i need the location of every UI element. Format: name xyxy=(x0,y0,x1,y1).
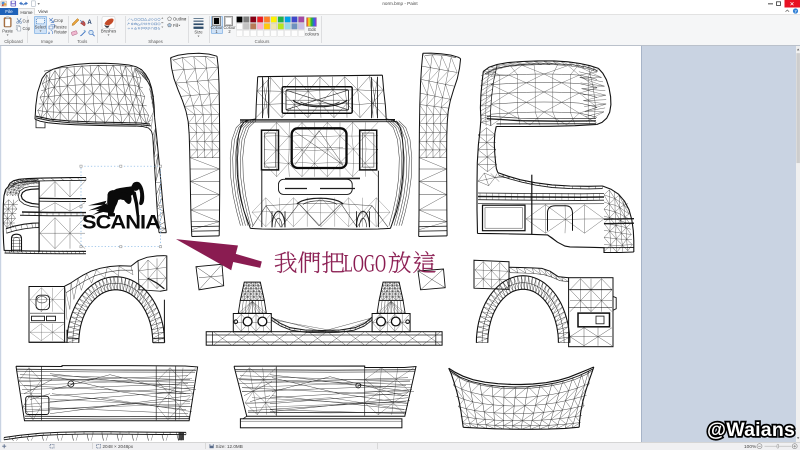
svg-text:Crop: Crop xyxy=(54,17,64,22)
svg-text:Copy: Copy xyxy=(23,25,31,30)
svg-text:colours: colours xyxy=(305,31,320,36)
svg-text:Select: Select xyxy=(34,24,46,29)
svg-text:Cut: Cut xyxy=(23,18,30,23)
svg-text:Rotate: Rotate xyxy=(54,29,67,34)
svg-text:@Waians: @Waians xyxy=(707,419,795,441)
svg-text:Outline: Outline xyxy=(173,16,187,21)
svg-text:SCANIA: SCANIA xyxy=(82,212,161,234)
svg-text:A: A xyxy=(87,20,92,26)
svg-text:2048 × 2048px: 2048 × 2048px xyxy=(103,444,134,449)
svg-text:Fill: Fill xyxy=(173,23,178,28)
svg-text:Brushes: Brushes xyxy=(101,28,116,33)
svg-text:LOGO: LOGO xyxy=(344,251,387,278)
svg-text:Size: 12.0MB: Size: 12.0MB xyxy=(216,444,243,449)
svg-text:Size: Size xyxy=(194,29,203,34)
svg-text:Paste: Paste xyxy=(2,28,13,33)
svg-text:100%: 100% xyxy=(744,444,757,450)
